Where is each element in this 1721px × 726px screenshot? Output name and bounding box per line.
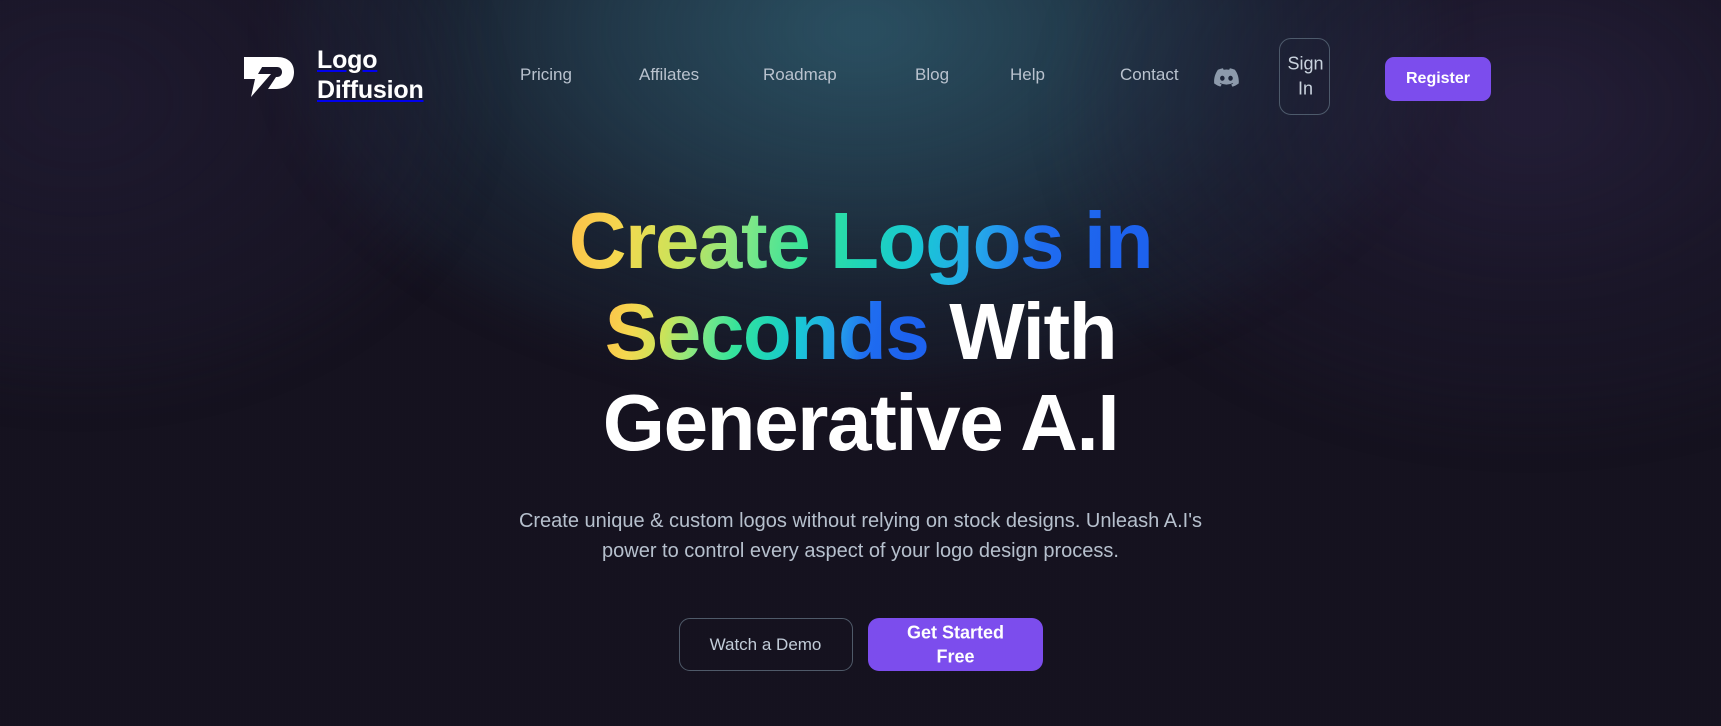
- nav-item-pricing[interactable]: Pricing: [520, 66, 639, 83]
- nav-item-affilates[interactable]: Affilates: [639, 66, 763, 83]
- brand-name-line1: Logo: [317, 46, 378, 74]
- get-started-free-button[interactable]: Get Started Free: [867, 618, 1043, 672]
- discord-icon[interactable]: [1213, 68, 1239, 88]
- hero-headline-line2-gradient: Seconds: [604, 286, 930, 376]
- brand-name: Logo Diffusion: [317, 46, 424, 105]
- hero-headline-line3: Generative A.I: [602, 377, 1120, 467]
- hero-landing-page: Logo Diffusion Pricing Affilates Roadmap…: [0, 0, 1721, 726]
- nav-item-help[interactable]: Help: [1010, 66, 1120, 83]
- hero-headline: Create Logos in Seconds With Generative …: [361, 196, 1361, 468]
- sign-in-button-label: Sign In: [1287, 52, 1324, 99]
- hero-cta-group: Watch a Demo Get Started Free: [0, 618, 1721, 672]
- lightning-bolt-logo-icon: [241, 53, 297, 99]
- main-navigation: Pricing Affilates Roadmap Blog Help Cont…: [520, 66, 1230, 83]
- hero-headline-line1: Create Logos in: [568, 196, 1154, 285]
- hero-headline-line2-plain: With: [949, 286, 1117, 376]
- register-button[interactable]: Register: [1385, 57, 1491, 101]
- hero-section: Create Logos in Seconds With Generative …: [0, 196, 1721, 672]
- watch-demo-button[interactable]: Watch a Demo: [678, 618, 853, 672]
- brand-logo-link[interactable]: Logo Diffusion: [241, 46, 424, 105]
- nav-item-blog[interactable]: Blog: [915, 66, 1010, 83]
- site-header: Logo Diffusion Pricing Affilates Roadmap…: [0, 0, 1721, 148]
- sign-in-button[interactable]: Sign In: [1279, 38, 1330, 115]
- brand-name-line2: Diffusion: [317, 75, 424, 104]
- hero-subtitle: Create unique & custom logos without rel…: [518, 510, 1203, 563]
- get-started-free-button-label: Get Started Free: [906, 622, 1005, 666]
- nav-item-roadmap[interactable]: Roadmap: [763, 66, 915, 83]
